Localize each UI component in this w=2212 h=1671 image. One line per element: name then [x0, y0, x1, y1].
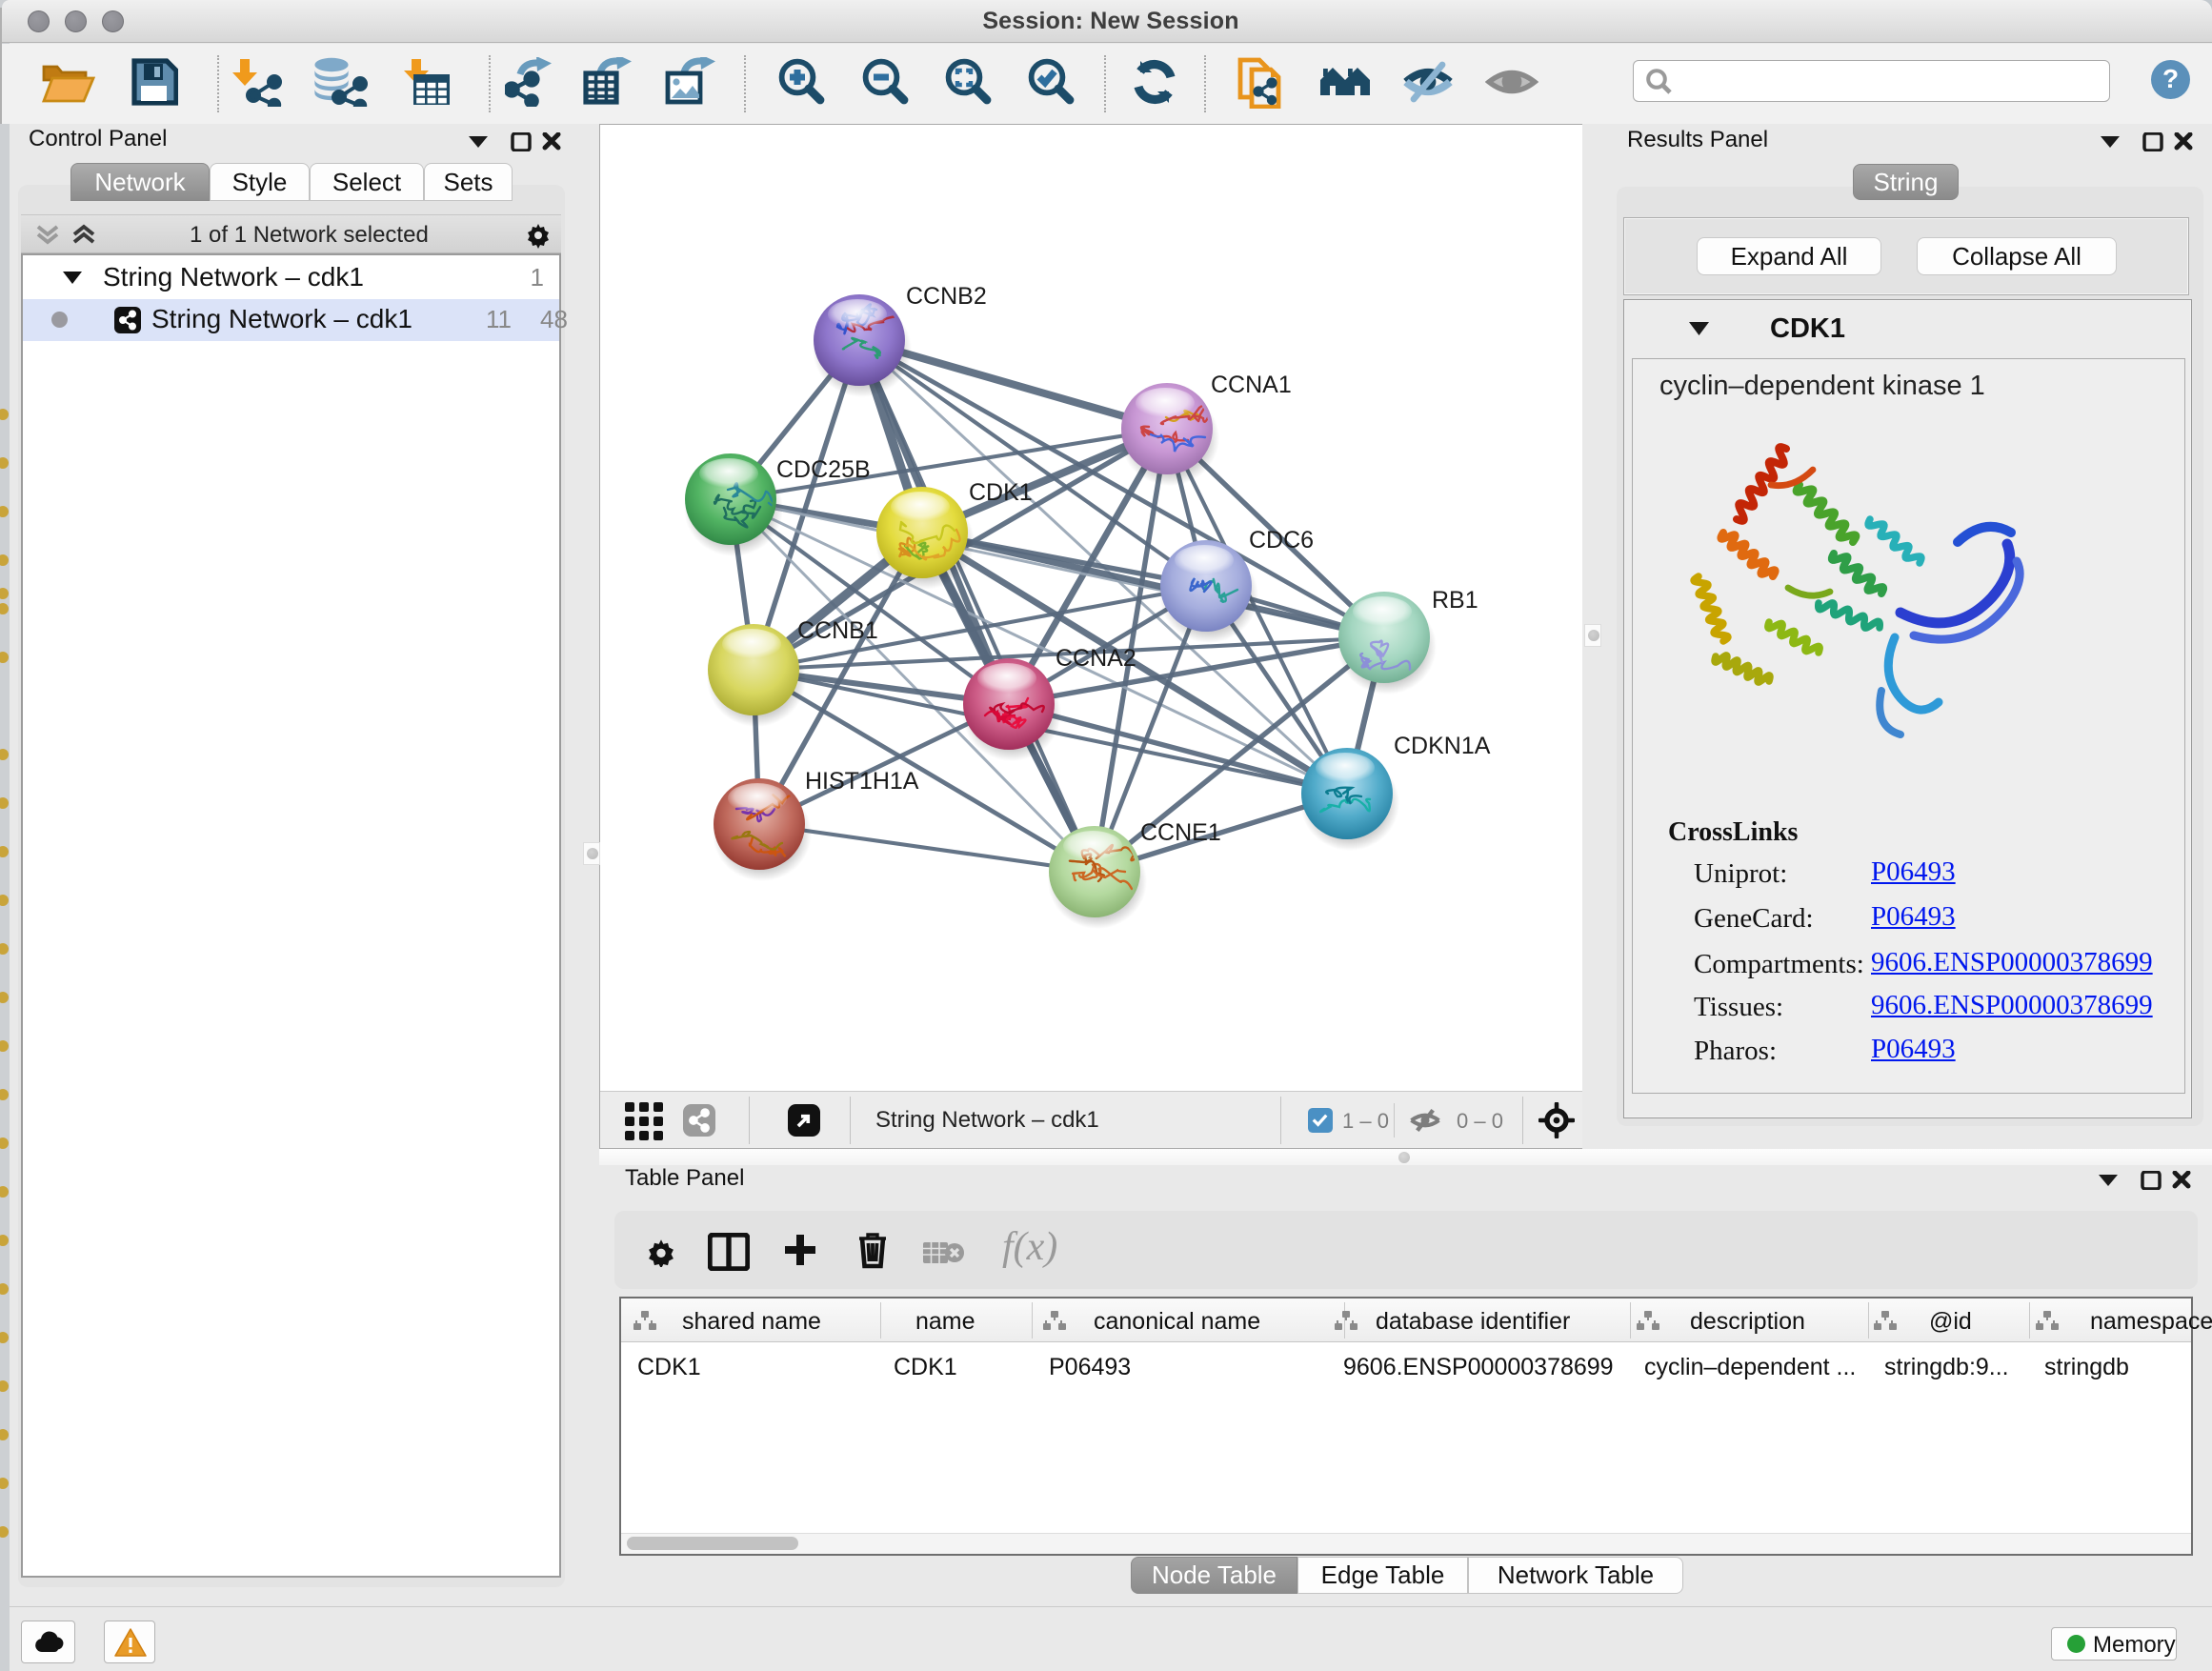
svg-text:RB1: RB1 — [1432, 587, 1478, 614]
svg-text:HIST1H1A: HIST1H1A — [805, 768, 919, 795]
svg-text:?: ? — [2162, 64, 2179, 93]
svg-text:CDC25B: CDC25B — [776, 456, 871, 483]
svg-text:CCNA2: CCNA2 — [1056, 645, 1136, 672]
svg-text:CCNB2: CCNB2 — [906, 283, 987, 310]
svg-text:CDK1: CDK1 — [969, 479, 1033, 506]
svg-text:CCNA1: CCNA1 — [1211, 372, 1292, 398]
svg-text:CCNB1: CCNB1 — [797, 617, 878, 644]
svg-text:CDKN1A: CDKN1A — [1394, 733, 1491, 759]
svg-text:CCNE1: CCNE1 — [1140, 819, 1221, 846]
svg-text:CDC6: CDC6 — [1249, 527, 1314, 554]
